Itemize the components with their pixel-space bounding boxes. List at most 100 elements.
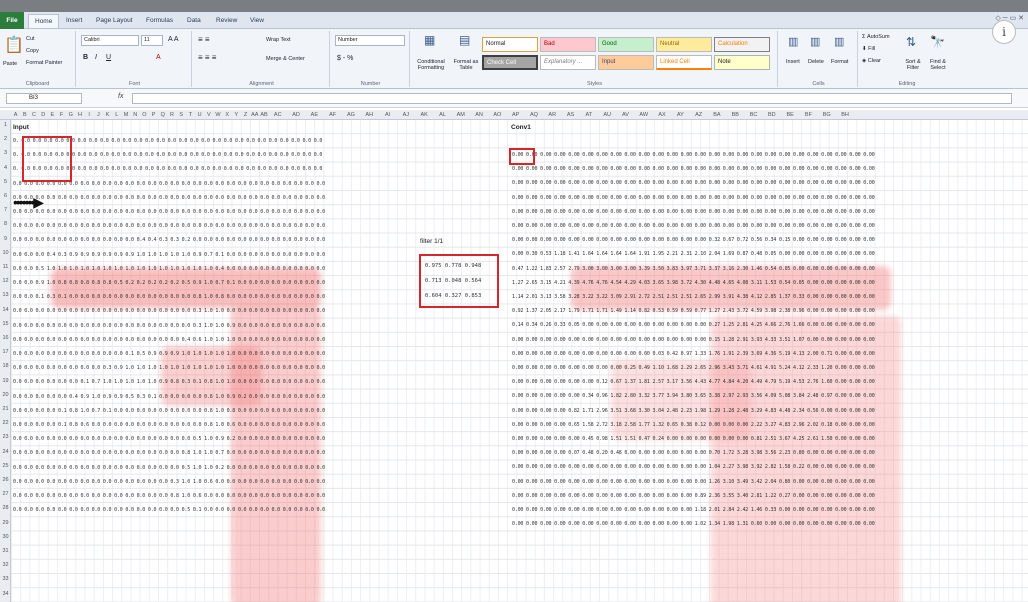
column-header[interactable]: W bbox=[213, 110, 222, 120]
column-header[interactable]: C bbox=[29, 110, 38, 120]
column-header[interactable]: AM bbox=[452, 110, 470, 120]
column-header[interactable]: BE bbox=[781, 110, 799, 120]
column-header[interactable]: AK bbox=[415, 110, 433, 120]
column-header[interactable]: V bbox=[204, 110, 213, 120]
column-header[interactable]: AH bbox=[360, 110, 378, 120]
row-header[interactable]: 8 bbox=[0, 221, 11, 227]
style-normal[interactable]: Normal bbox=[482, 37, 538, 52]
select-all-corner[interactable] bbox=[0, 110, 11, 120]
insert-cells-icon[interactable]: ▥ bbox=[788, 35, 798, 48]
row-header[interactable]: 16 bbox=[0, 335, 11, 341]
delete-cells-icon[interactable]: ▥ bbox=[810, 35, 820, 48]
cut-button[interactable]: Cut bbox=[26, 36, 35, 42]
find-select-button[interactable]: Find & Select bbox=[926, 59, 950, 71]
style-input[interactable]: Input bbox=[598, 55, 654, 70]
column-header[interactable]: L bbox=[112, 110, 121, 120]
tab-insert[interactable]: Insert bbox=[60, 14, 88, 28]
column-header[interactable]: AC bbox=[269, 110, 287, 120]
column-header[interactable]: T bbox=[186, 110, 195, 120]
insert-button[interactable]: Insert bbox=[786, 59, 800, 65]
format-painter-button[interactable]: Format Painter bbox=[26, 60, 62, 66]
column-header[interactable]: AD bbox=[287, 110, 305, 120]
style-linked-cell[interactable]: Linked Cell bbox=[656, 55, 712, 70]
style-note[interactable]: Note bbox=[714, 55, 770, 70]
row-header[interactable]: 10 bbox=[0, 250, 11, 256]
copy-button[interactable]: Copy bbox=[26, 48, 39, 54]
row-header[interactable]: 29 bbox=[0, 520, 11, 526]
style-bad[interactable]: Bad bbox=[540, 37, 596, 52]
column-header[interactable]: AE bbox=[305, 110, 323, 120]
row-header[interactable]: 7 bbox=[0, 207, 11, 213]
column-header[interactable]: AI bbox=[378, 110, 396, 120]
column-header[interactable]: S bbox=[177, 110, 186, 120]
row-header[interactable]: 23 bbox=[0, 434, 11, 440]
column-header[interactable]: B bbox=[20, 110, 29, 120]
row-header[interactable]: 2 bbox=[0, 136, 11, 142]
format-table-button[interactable]: Format as Table bbox=[450, 59, 482, 71]
wrap-text-button[interactable]: Wrap Text bbox=[266, 37, 291, 43]
column-header[interactable]: R bbox=[167, 110, 176, 120]
row-header[interactable]: 34 bbox=[0, 591, 11, 597]
row-header[interactable]: 24 bbox=[0, 449, 11, 455]
column-header[interactable]: AJ bbox=[397, 110, 415, 120]
row-header[interactable]: 27 bbox=[0, 491, 11, 497]
column-header[interactable]: I bbox=[85, 110, 94, 120]
column-header[interactable]: AT bbox=[580, 110, 598, 120]
column-header[interactable]: BG bbox=[818, 110, 836, 120]
merge-center-button[interactable]: Merge & Center bbox=[266, 56, 305, 62]
row-header[interactable]: 28 bbox=[0, 505, 11, 511]
column-header[interactable]: X bbox=[223, 110, 232, 120]
column-header[interactable]: AR bbox=[543, 110, 561, 120]
column-header[interactable]: D bbox=[39, 110, 48, 120]
row-header[interactable]: 32 bbox=[0, 562, 11, 568]
row-header[interactable]: 31 bbox=[0, 548, 11, 554]
tab-file[interactable]: File bbox=[0, 12, 24, 29]
row-header[interactable]: 26 bbox=[0, 477, 11, 483]
paste-icon[interactable]: 📋 bbox=[4, 35, 24, 55]
column-header[interactable]: BA bbox=[708, 110, 726, 120]
format-cells-icon[interactable]: ▥ bbox=[834, 35, 844, 48]
conditional-formatting-icon[interactable]: ▦ bbox=[424, 33, 435, 47]
column-header[interactable]: AS bbox=[561, 110, 579, 120]
column-header[interactable]: N bbox=[131, 110, 140, 120]
format-table-icon[interactable]: ▤ bbox=[459, 33, 470, 47]
delete-button[interactable]: Delete bbox=[808, 59, 824, 65]
style-good[interactable]: Good bbox=[598, 37, 654, 52]
row-header[interactable]: 14 bbox=[0, 307, 11, 313]
italic-button[interactable]: I bbox=[95, 54, 97, 61]
row-header[interactable]: 21 bbox=[0, 406, 11, 412]
row-header[interactable]: 30 bbox=[0, 534, 11, 540]
help-icon[interactable]: i bbox=[992, 20, 1016, 44]
fill-button[interactable]: ⬇ Fill bbox=[862, 46, 875, 52]
column-header[interactable]: AA bbox=[250, 110, 259, 120]
column-header[interactable]: AY bbox=[671, 110, 689, 120]
tab-review[interactable]: Review bbox=[210, 14, 243, 28]
underline-button[interactable]: U bbox=[106, 54, 111, 61]
conditional-formatting-button[interactable]: Conditional Formatting bbox=[414, 59, 448, 71]
align-left-icon[interactable]: ≡ ≡ ≡ bbox=[198, 53, 216, 62]
grow-font-button[interactable]: A A bbox=[168, 36, 179, 43]
column-header[interactable]: M bbox=[121, 110, 130, 120]
find-select-icon[interactable]: 🔭 bbox=[930, 35, 945, 49]
column-header[interactable]: AW bbox=[635, 110, 653, 120]
column-header[interactable]: E bbox=[48, 110, 57, 120]
tab-formulas[interactable]: Formulas bbox=[140, 14, 179, 28]
row-header[interactable]: 9 bbox=[0, 236, 11, 242]
column-header[interactable]: P bbox=[149, 110, 158, 120]
worksheet-grid[interactable]: Input Conv1 filter 1/1 0. 0.0 0.0 0.0 0.… bbox=[11, 120, 1028, 602]
tab-data[interactable]: Data bbox=[181, 14, 207, 28]
column-header[interactable]: J bbox=[94, 110, 103, 120]
column-header[interactable]: A bbox=[11, 110, 20, 120]
tab-home[interactable]: Home bbox=[28, 14, 60, 28]
name-box[interactable]: BI3 bbox=[6, 93, 82, 104]
column-header[interactable]: AN bbox=[470, 110, 488, 120]
row-header[interactable]: 22 bbox=[0, 420, 11, 426]
tab-page-layout[interactable]: Page Layout bbox=[90, 14, 139, 28]
column-header[interactable]: AB bbox=[259, 110, 268, 120]
bold-button[interactable]: B bbox=[83, 54, 88, 61]
font-name-select[interactable]: Calibri bbox=[81, 35, 139, 46]
row-header[interactable]: 4 bbox=[0, 165, 11, 171]
row-header[interactable]: 11 bbox=[0, 264, 11, 270]
column-header[interactable]: O bbox=[140, 110, 149, 120]
column-header[interactable]: AZ bbox=[690, 110, 708, 120]
